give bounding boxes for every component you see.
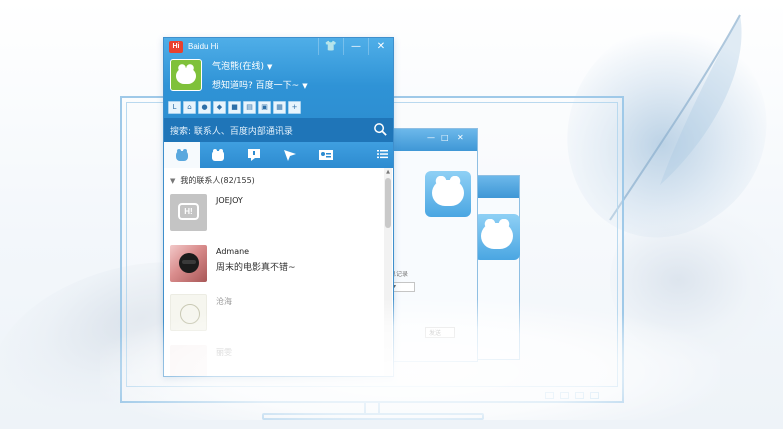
my-avatar[interactable]	[170, 59, 202, 91]
scroll-up-icon[interactable]: ▲	[385, 169, 391, 175]
chat-icon[interactable]: ●	[198, 101, 211, 114]
message-icon	[248, 149, 260, 161]
list-item[interactable]: Admane 周末的电影真不错~	[170, 245, 380, 285]
contact-avatar-bubble	[425, 171, 471, 217]
hi-logo-icon: H!	[178, 203, 199, 220]
close-button[interactable]: ✕	[368, 38, 393, 55]
tab-card[interactable]	[308, 142, 344, 168]
calendar-icon[interactable]: ▦	[273, 101, 286, 114]
maximize-icon[interactable]: □	[441, 133, 449, 142]
expand-arrow-icon: ▼	[170, 177, 176, 185]
contact-avatar-bubble	[474, 214, 520, 260]
contact-group-header[interactable]: ▼ 我的联系人(82/155)	[170, 175, 255, 186]
chevron-down-icon[interactable]: ▼	[302, 82, 307, 90]
my-status-name[interactable]: 气泡熊(在线) ▼	[212, 59, 272, 72]
avatar: H!	[170, 194, 207, 231]
letter-l-icon[interactable]: L	[168, 101, 181, 114]
close-icon[interactable]: ✕	[457, 133, 464, 142]
list-item[interactable]: H! JOEJOY	[170, 194, 380, 234]
tab-contacts[interactable]	[164, 142, 200, 168]
list-menu-icon[interactable]	[377, 149, 388, 159]
skin-icon[interactable]: 👕	[318, 38, 343, 55]
window-controls: 👕 — ✕	[318, 38, 393, 55]
list-item[interactable]: 丽雯	[170, 345, 380, 376]
tab-groups[interactable]	[200, 142, 236, 168]
contact-name: JOEJOY	[216, 196, 243, 205]
monitor-buttons	[545, 392, 599, 399]
game-icon[interactable]: ◆	[213, 101, 226, 114]
my-signature-text: 想知道吗? 百度一下~	[212, 81, 300, 91]
group-icon	[212, 149, 224, 161]
home-icon[interactable]: ⌂	[183, 101, 196, 114]
space-icon[interactable]: ■	[228, 101, 241, 114]
search-bar[interactable]: 搜索: 联系人、百度内部通讯录	[164, 118, 393, 142]
contact-name: Admane	[216, 247, 250, 256]
avatar	[170, 294, 207, 331]
contact-name: 沧海	[216, 297, 232, 306]
chat-window-middle: — □ ✕ 消息记录 ▾ 发送	[380, 128, 478, 362]
main-tabs	[164, 142, 393, 168]
book-icon[interactable]: ▤	[243, 101, 256, 114]
send-icon	[284, 150, 296, 161]
contact-message: 周末的电影真不错~	[216, 263, 296, 273]
group-label: 我的联系人	[180, 176, 221, 185]
monitor-base	[262, 413, 484, 420]
group-count: (82/155)	[220, 176, 255, 185]
image-icon[interactable]: ▣	[258, 101, 271, 114]
card-icon	[319, 150, 333, 160]
more-icon[interactable]: +	[288, 101, 301, 114]
avatar	[170, 245, 207, 282]
contact-list: ▼ 我的联系人(82/155) H! JOEJOY Admane 周末的电影真不错…	[164, 168, 393, 376]
baidu-hi-main-window: Hi Baidu Hi 👕 — ✕ 气泡熊(在线) ▼ 想知道吗? 百度一下~ ▼ …	[163, 37, 394, 377]
minimize-icon[interactable]: —	[427, 133, 435, 142]
minimize-button[interactable]: —	[343, 38, 368, 55]
bubble-icon	[176, 149, 188, 161]
hi-logo-icon: Hi	[169, 41, 183, 53]
search-input[interactable]: 搜索: 联系人、百度内部通讯录	[170, 124, 293, 137]
my-name-text: 气泡熊(在线)	[212, 62, 265, 72]
send-button[interactable]: 发送	[425, 327, 455, 338]
chevron-down-icon[interactable]: ▼	[267, 63, 272, 71]
window-title: Baidu Hi	[188, 42, 219, 51]
tab-messages[interactable]	[236, 142, 272, 168]
tab-send[interactable]	[272, 142, 308, 168]
header-panel: Hi Baidu Hi 👕 — ✕ 气泡熊(在线) ▼ 想知道吗? 百度一下~ ▼ …	[164, 38, 393, 118]
scrollbar-thumb[interactable]	[385, 178, 391, 228]
scrollbar[interactable]: ▲	[384, 168, 392, 376]
contact-name: 丽雯	[216, 348, 232, 357]
my-signature[interactable]: 想知道吗? 百度一下~ ▼	[212, 78, 308, 91]
search-icon[interactable]	[373, 122, 388, 137]
quick-toolbar: L ⌂ ● ◆ ■ ▤ ▣ ▦ +	[168, 101, 301, 114]
avatar	[170, 345, 207, 376]
list-item[interactable]: 沧海	[170, 294, 380, 334]
